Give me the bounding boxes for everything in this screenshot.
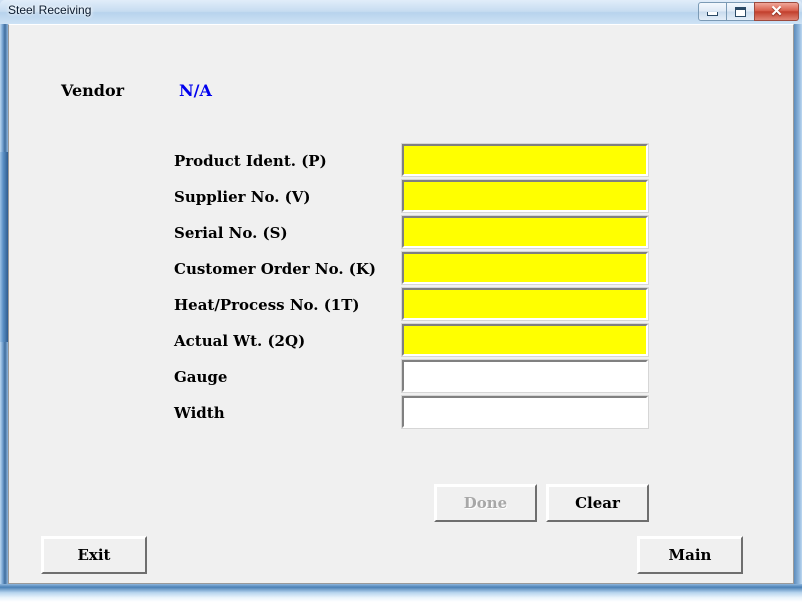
form-client-area: Vendor N/A Product Ident. (P) Supplier No… [8, 24, 794, 584]
window-left-border-highlight [0, 152, 8, 342]
window-title: Steel Receiving [8, 3, 92, 17]
minimize-button[interactable] [698, 2, 727, 21]
restore-button[interactable] [726, 2, 755, 21]
field-row-actual-wt: Actual Wt. (2Q) [9, 323, 793, 360]
label-gauge: Gauge [174, 368, 228, 386]
input-heat-process-no[interactable] [401, 287, 649, 321]
title-bar[interactable]: Steel Receiving ✕ [0, 0, 802, 24]
input-product-ident[interactable] [401, 143, 649, 177]
field-row-customer-order-no: Customer Order No. (K) [9, 251, 793, 288]
label-serial-no: Serial No. (S) [174, 224, 288, 242]
field-row-heat-process-no: Heat/Process No. (1T) [9, 287, 793, 324]
label-product-ident: Product Ident. (P) [174, 152, 327, 170]
done-button[interactable]: Done [434, 484, 537, 522]
input-actual-wt[interactable] [401, 323, 649, 357]
label-supplier-no: Supplier No. (V) [174, 188, 311, 206]
label-width: Width [174, 404, 225, 422]
field-row-product-ident: Product Ident. (P) [9, 143, 793, 180]
window-right-border [794, 24, 802, 584]
input-customer-order-no[interactable] [401, 251, 649, 285]
input-supplier-no[interactable] [401, 179, 649, 213]
field-row-supplier-no: Supplier No. (V) [9, 179, 793, 216]
label-heat-process-no: Heat/Process No. (1T) [174, 296, 360, 314]
minimize-icon [707, 12, 718, 16]
vendor-label: Vendor [61, 81, 125, 100]
input-width[interactable] [401, 395, 649, 429]
field-row-gauge: Gauge [9, 359, 793, 396]
close-button[interactable]: ✕ [754, 2, 799, 21]
label-customer-order-no: Customer Order No. (K) [174, 260, 377, 278]
close-icon: ✕ [770, 3, 783, 20]
vendor-value: N/A [179, 81, 212, 100]
input-gauge[interactable] [401, 359, 649, 393]
field-row-width: Width [9, 395, 793, 432]
window-controls: ✕ [698, 2, 799, 21]
application-window: Steel Receiving ✕ Vendor N/A Product Ide… [0, 0, 802, 596]
window-bottom-border [0, 584, 802, 602]
desktop-background: Steel Receiving ✕ Vendor N/A Product Ide… [0, 0, 802, 602]
field-row-serial-no: Serial No. (S) [9, 215, 793, 252]
clear-button[interactable]: Clear [546, 484, 649, 522]
restore-icon [735, 6, 746, 17]
label-actual-wt: Actual Wt. (2Q) [174, 332, 306, 350]
input-serial-no[interactable] [401, 215, 649, 249]
exit-button[interactable]: Exit [41, 536, 147, 574]
main-button[interactable]: Main [637, 536, 743, 574]
